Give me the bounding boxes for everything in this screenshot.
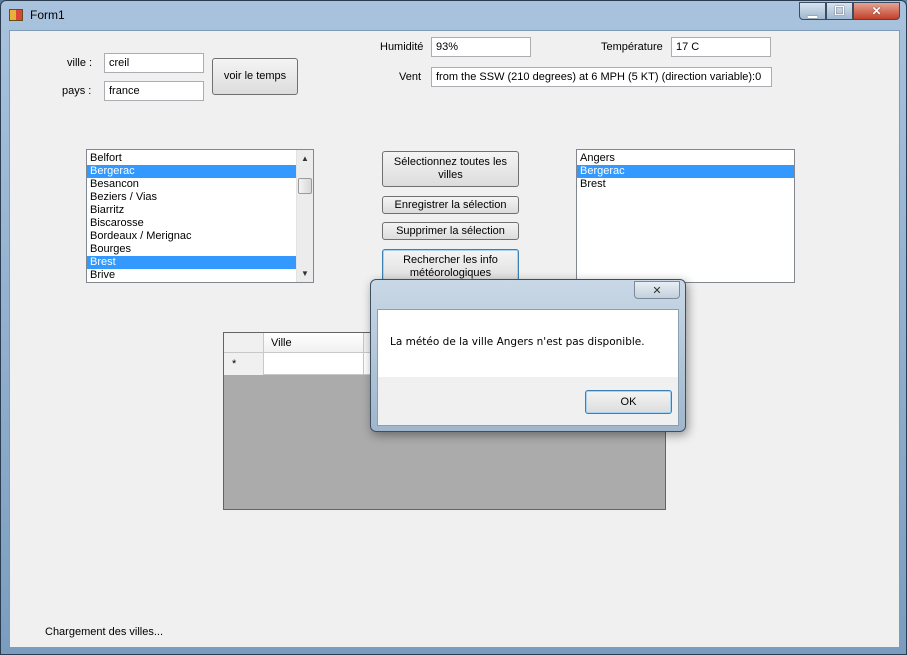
close-icon: ✕	[871, 4, 882, 18]
selected-city-item[interactable]: Bergerac	[577, 165, 794, 178]
city-listbox[interactable]: Belfort Bergerac Besancon Beziers / Vias Bia…	[86, 149, 314, 283]
title-bar[interactable]: Form1 ▁ ☐ ✕	[1, 1, 906, 29]
dialog-close-button[interactable]: ✕	[634, 281, 680, 299]
dialog-body: La météo de la ville Angers n'est pas di…	[377, 309, 679, 426]
pays-input[interactable]: france	[104, 81, 204, 101]
app-icon[interactable]	[9, 9, 23, 21]
message-box: ✕ La météo de la ville Angers n'est pas …	[370, 279, 686, 432]
city-list-item[interactable]: Belfort	[87, 152, 297, 165]
city-list-item[interactable]: Besancon	[87, 178, 297, 191]
maximize-button[interactable]: ☐	[826, 2, 853, 20]
selected-city-item[interactable]: Angers	[577, 152, 794, 165]
grid-new-row-header[interactable]: *	[224, 353, 264, 375]
city-list-scrollbar[interactable]: ▲ ▼	[296, 150, 313, 282]
scroll-down-icon[interactable]: ▼	[297, 266, 313, 281]
delete-selection-button[interactable]: Supprimer la sélection	[382, 222, 519, 240]
grid-new-row-cell[interactable]	[264, 353, 364, 375]
city-list-item[interactable]: Biarritz	[87, 204, 297, 217]
window-title: Form1	[30, 8, 65, 22]
save-selection-button[interactable]: Enregistrer la sélection	[382, 196, 519, 214]
minimize-button[interactable]: ▁	[799, 2, 826, 20]
city-list-item[interactable]: Brest	[87, 256, 297, 269]
minimize-icon: ▁	[807, 4, 818, 18]
city-list-item[interactable]: Bordeaux / Merignac	[87, 230, 297, 243]
vent-field[interactable]: from the SSW (210 degrees) at 6 MPH (5 K…	[431, 67, 772, 87]
selected-list-items: Angers Bergerac Brest	[577, 150, 794, 191]
selected-city-item[interactable]: Brest	[577, 178, 794, 191]
selected-cities-listbox[interactable]: Angers Bergerac Brest	[576, 149, 795, 283]
dialog-ok-button[interactable]: OK	[585, 390, 672, 414]
city-list-item[interactable]: Bergerac	[87, 165, 297, 178]
vent-label: Vent	[399, 71, 422, 83]
close-button[interactable]: ✕	[853, 2, 900, 20]
ville-input[interactable]: creil	[104, 53, 204, 73]
maximize-icon: ☐	[834, 4, 845, 18]
temperature-field[interactable]: 17 C	[671, 37, 771, 57]
grid-corner-header[interactable]	[224, 333, 264, 353]
window-controls: ▁ ☐ ✕	[799, 2, 900, 20]
pays-label: pays :	[62, 85, 92, 97]
scroll-up-icon[interactable]: ▲	[297, 151, 313, 166]
select-all-button[interactable]: Sélectionnez toutes les villes	[382, 151, 519, 187]
city-list-item[interactable]: Biscarosse	[87, 217, 297, 230]
main-window: Form1 ▁ ☐ ✕ ville : creil pays : france …	[0, 0, 907, 655]
grid-column-header-ville[interactable]: Ville	[264, 333, 364, 353]
city-list-item[interactable]: Bourges	[87, 243, 297, 256]
temperature-label: Température	[601, 41, 663, 53]
scroll-thumb[interactable]	[298, 178, 312, 194]
status-text: Chargement des villes...	[45, 626, 163, 638]
city-list-items: Belfort Bergerac Besancon Beziers / Vias Bia…	[87, 150, 297, 282]
dialog-message: La météo de la ville Angers n'est pas di…	[378, 310, 678, 377]
ville-label: ville :	[67, 57, 93, 69]
voir-le-temps-button[interactable]: voir le temps	[212, 58, 298, 95]
city-list-item[interactable]: Beziers / Vias	[87, 191, 297, 204]
humidite-field[interactable]: 93%	[431, 37, 531, 57]
humidite-label: Humidité	[380, 41, 424, 53]
close-icon: ✕	[652, 284, 662, 297]
city-list-item[interactable]: Brive	[87, 269, 297, 282]
